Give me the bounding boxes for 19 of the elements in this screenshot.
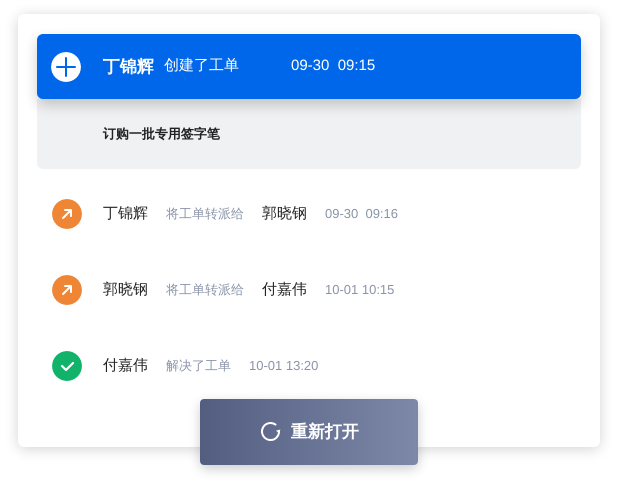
timestamp: 09-30 09:15 [291, 56, 376, 76]
reopen-button[interactable]: 重新打开 [200, 399, 418, 465]
refresh-icon [259, 420, 283, 444]
user-name: 丁锦辉 [103, 204, 148, 224]
timestamp: 09-30 09:16 [325, 205, 398, 224]
action-text: 将工单转派给 [166, 281, 244, 300]
user-name: 付嘉伟 [262, 280, 307, 300]
user-name: 郭晓钢 [262, 204, 307, 224]
action-text: 将工单转派给 [166, 205, 244, 224]
action-text: 创建了工单 [164, 56, 239, 76]
timestamp: 10-01 10:15 [325, 281, 394, 300]
action-text: 解决了工单 [166, 357, 231, 376]
user-name: 丁锦辉 [103, 56, 154, 78]
user-name: 付嘉伟 [103, 356, 148, 376]
timestamp: 10-01 13:20 [249, 357, 318, 376]
plus-icon [51, 52, 81, 82]
user-name: 郭晓钢 [103, 280, 148, 300]
ticket-description: 订购一批专用签字笔 [103, 125, 220, 144]
check-icon [52, 351, 82, 381]
